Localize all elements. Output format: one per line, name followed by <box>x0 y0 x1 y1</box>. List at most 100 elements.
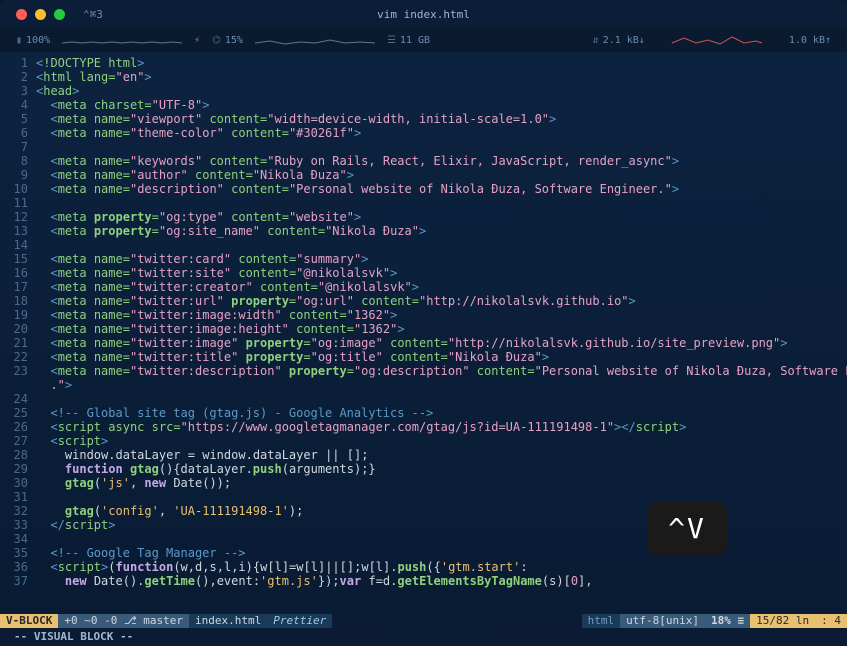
close-icon[interactable] <box>16 9 27 20</box>
code-content[interactable] <box>36 238 847 252</box>
code-line[interactable]: 16 <meta name="twitter:site" content="@n… <box>0 266 847 280</box>
line-number: 3 <box>0 84 36 98</box>
line-number: 12 <box>0 210 36 224</box>
code-line[interactable]: 27 <script> <box>0 434 847 448</box>
code-content[interactable]: <script async src="https://www.googletag… <box>36 420 847 434</box>
line-number: 25 <box>0 406 36 420</box>
code-content[interactable]: <meta name="description" content="Person… <box>36 182 847 196</box>
zoom-icon[interactable] <box>54 9 65 20</box>
code-content[interactable]: function gtag(){dataLayer.push(arguments… <box>36 462 847 476</box>
code-line[interactable]: 7 <box>0 140 847 154</box>
code-content[interactable]: <meta charset="UTF-8"> <box>36 98 847 112</box>
ram-icon: ☰ <box>387 35 396 46</box>
net-down-value: 2.1 kB↓ <box>603 35 645 46</box>
code-line[interactable]: 2<html lang="en"> <box>0 70 847 84</box>
code-content[interactable]: <meta name="twitter:description" propert… <box>36 364 847 378</box>
code-content[interactable]: <meta name="viewport" content="width=dev… <box>36 112 847 126</box>
code-line[interactable]: 25 <!-- Global site tag (gtag.js) - Goog… <box>0 406 847 420</box>
line-number: 37 <box>0 574 36 588</box>
code-line[interactable]: 13 <meta property="og:site_name" content… <box>0 224 847 238</box>
code-line[interactable]: ."> <box>0 378 847 392</box>
code-line[interactable]: 15 <meta name="twitter:card" content="su… <box>0 252 847 266</box>
code-line[interactable]: 4 <meta charset="UTF-8"> <box>0 98 847 112</box>
ram-stat: ☰ 11 GB <box>387 35 430 46</box>
code-line[interactable]: 10 <meta name="description" content="Per… <box>0 182 847 196</box>
net-down-stat: ⇵ 2.1 kB↓ <box>593 35 645 46</box>
code-line[interactable]: 12 <meta property="og:type" content="web… <box>0 210 847 224</box>
code-content[interactable] <box>36 140 847 154</box>
line-number: 20 <box>0 322 36 336</box>
code-content[interactable]: <!-- Global site tag (gtag.js) - Google … <box>36 406 847 420</box>
code-content[interactable]: <meta name="twitter:site" content="@niko… <box>36 266 847 280</box>
column-segment: : 4 <box>815 614 847 628</box>
code-line[interactable]: 1<!DOCTYPE html> <box>0 56 847 70</box>
window-title: vim index.html <box>377 8 470 21</box>
code-content[interactable]: <meta name="twitter:image" property="og:… <box>36 336 847 350</box>
code-content[interactable]: ."> <box>36 378 847 392</box>
code-content[interactable]: <meta name="twitter:card" content="summa… <box>36 252 847 266</box>
code-content[interactable]: <meta name="twitter:url" property="og:ur… <box>36 294 847 308</box>
code-line[interactable]: 28 window.dataLayer = window.dataLayer |… <box>0 448 847 462</box>
line-number: 17 <box>0 280 36 294</box>
code-line[interactable]: 19 <meta name="twitter:image:width" cont… <box>0 308 847 322</box>
code-line[interactable]: 8 <meta name="keywords" content="Ruby on… <box>0 154 847 168</box>
code-line[interactable]: 18 <meta name="twitter:url" property="og… <box>0 294 847 308</box>
code-line[interactable]: 29 function gtag(){dataLayer.push(argume… <box>0 462 847 476</box>
code-content[interactable]: <meta name="twitter:creator" content="@n… <box>36 280 847 294</box>
line-number: 36 <box>0 560 36 574</box>
code-line[interactable]: 36 <script>(function(w,d,s,l,i){w[l]=w[l… <box>0 560 847 574</box>
filename-segment: index.html <box>189 614 267 628</box>
code-content[interactable]: window.dataLayer = window.dataLayer || [… <box>36 448 847 462</box>
code-content[interactable]: <meta name="twitter:image:height" conten… <box>36 322 847 336</box>
code-line[interactable]: 5 <meta name="viewport" content="width=d… <box>0 112 847 126</box>
code-content[interactable]: <html lang="en"> <box>36 70 847 84</box>
code-content[interactable]: <head> <box>36 84 847 98</box>
command-line: -- VISUAL BLOCK -- <box>0 630 847 644</box>
code-line[interactable]: 3<head> <box>0 84 847 98</box>
code-content[interactable]: <!DOCTYPE html> <box>36 56 847 70</box>
line-number: 24 <box>0 392 36 406</box>
minimize-icon[interactable] <box>35 9 46 20</box>
code-line[interactable]: 6 <meta name="theme-color" content="#302… <box>0 126 847 140</box>
line-number: 15 <box>0 252 36 266</box>
code-content[interactable]: <meta name="keywords" content="Ruby on R… <box>36 154 847 168</box>
bolt-icon: ⚡ <box>194 35 200 46</box>
code-line[interactable]: 26 <script async src="https://www.google… <box>0 420 847 434</box>
network-icon: ⇵ <box>593 35 599 46</box>
code-line[interactable]: 23 <meta name="twitter:description" prop… <box>0 364 847 378</box>
code-content[interactable]: <meta property="og:site_name" content="N… <box>36 224 847 238</box>
encoding-segment: utf-8[unix] <box>620 614 705 628</box>
mode-segment: V-BLOCK <box>0 614 58 628</box>
code-line[interactable]: 22 <meta name="twitter:title" property="… <box>0 350 847 364</box>
code-line[interactable]: 14 <box>0 238 847 252</box>
code-content[interactable] <box>36 392 847 406</box>
keystroke-overlay: ^V <box>647 501 727 556</box>
code-content[interactable]: <script>(function(w,d,s,l,i){w[l]=w[l]||… <box>36 560 847 574</box>
battery-percent: 100% <box>26 35 50 46</box>
code-line[interactable]: 20 <meta name="twitter:image:height" con… <box>0 322 847 336</box>
battery-stat: ▮ 100% <box>16 35 50 46</box>
code-content[interactable]: <meta name="twitter:image:width" content… <box>36 308 847 322</box>
code-content[interactable]: new Date().getTime(),event:'gtm.js'});va… <box>36 574 847 588</box>
code-line[interactable]: 9 <meta name="author" content="Nikola Đu… <box>0 168 847 182</box>
code-line[interactable]: 24 <box>0 392 847 406</box>
code-line[interactable]: 17 <meta name="twitter:creator" content=… <box>0 280 847 294</box>
code-content[interactable]: <meta name="twitter:title" property="og:… <box>36 350 847 364</box>
code-content[interactable] <box>36 196 847 210</box>
code-content[interactable]: <script> <box>36 434 847 448</box>
code-content[interactable] <box>36 490 847 504</box>
line-number: 8 <box>0 154 36 168</box>
code-content[interactable]: <meta name="theme-color" content="#30261… <box>36 126 847 140</box>
sparkline-3 <box>657 35 777 45</box>
code-line[interactable]: 11 <box>0 196 847 210</box>
cpu-stat: ⌬ 15% <box>212 35 243 46</box>
code-content[interactable]: gtag('js', new Date()); <box>36 476 847 490</box>
line-number: 28 <box>0 448 36 462</box>
code-line[interactable]: 30 gtag('js', new Date()); <box>0 476 847 490</box>
line-number: 18 <box>0 294 36 308</box>
code-content[interactable]: <meta name="author" content="Nikola Đuza… <box>36 168 847 182</box>
code-line[interactable]: 21 <meta name="twitter:image" property="… <box>0 336 847 350</box>
code-line[interactable]: 37 new Date().getTime(),event:'gtm.js'})… <box>0 574 847 588</box>
code-content[interactable]: <meta property="og:type" content="websit… <box>36 210 847 224</box>
line-number: 11 <box>0 196 36 210</box>
